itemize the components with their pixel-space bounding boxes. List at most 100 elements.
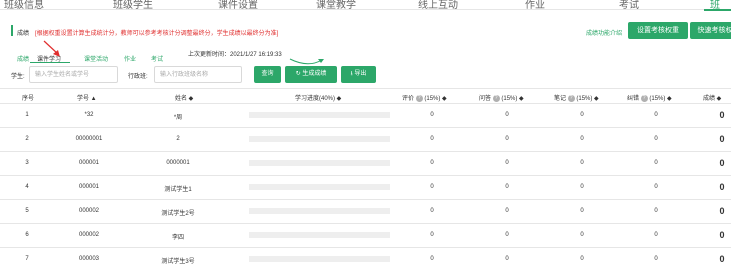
tab-homework[interactable]: 作业 [124,54,136,63]
cell-comment: 0 [430,136,434,142]
cell-index: 4 [25,184,29,190]
cell-score[interactable]: 0 [718,110,726,120]
cell-score[interactable]: 0 [718,158,726,168]
progress-bar [249,136,390,142]
cell-notes: 0 [580,208,584,214]
export-button[interactable]: ⭳ 导出 [341,66,376,83]
cell-name: 测试学生3号 [161,259,195,265]
class-search-input[interactable] [154,66,242,83]
help-icon[interactable]: ? [492,94,500,102]
col-question[interactable]: 问答 ? (15%) ◆ [479,93,524,102]
progress-bar [249,232,390,238]
score-feature-intro-link[interactable]: 成绩功能介绍 [586,28,622,37]
cell-index: 5 [25,208,29,214]
student-filter-label: 学生: [11,74,25,80]
cell-index: 1 [25,112,29,118]
nav-courseware-settings[interactable]: 课件设置 [218,0,258,11]
cell-comment: 0 [430,232,434,238]
nav-class-students[interactable]: 班级学生 [113,0,153,11]
class-filter-label: 行政班: [128,74,148,80]
nav-active-underline [704,9,731,11]
cell-name: 测试学生2号 [161,211,195,217]
cell-question: 0 [505,112,509,118]
cell-index: 6 [25,232,29,238]
nav-exam[interactable]: 考试 [619,0,639,11]
set-weight-button[interactable]: 设置考核权重 [628,22,688,39]
table-row[interactable]: 5 000002 测试学生2号 0 0 0 0 0 [0,200,731,224]
filter-bar: 学生: 行政班: 查询 ↻ 生成成绩 ⭳ 导出 [0,66,731,86]
help-icon[interactable]: ? [415,94,423,102]
query-button[interactable]: 查询 [254,66,281,83]
col-student-no[interactable]: 学号 ▲ [77,93,97,102]
cell-misc: 0 [654,184,658,190]
col-comment[interactable]: 评价 ? (15%) ◆ [402,93,447,102]
cell-notes: 0 [580,256,584,262]
cell-comment: 0 [430,160,434,166]
quick-weight-button[interactable]: 快速考核权 [690,22,731,39]
cell-name: 李四 [171,235,184,241]
table-row[interactable]: 2 00000001 2 0 0 0 0 0 [0,128,731,152]
generate-score-button[interactable]: ↻ 生成成绩 [285,66,337,83]
table-row[interactable]: 1 *32 *周 0 0 0 0 0 [0,104,731,128]
cell-question: 0 [505,208,509,214]
tab-classroom-activity[interactable]: 课堂活动 [84,54,108,63]
cell-misc: 0 [654,256,658,262]
col-notes[interactable]: 笔记 ? (15%) ◆ [554,93,599,102]
col-misc[interactable]: 纠错 ? (15%) ◆ [627,93,672,102]
table-row[interactable]: 3 000001 0000001 0 0 0 0 0 [0,152,731,176]
generate-score-label: 生成成绩 [302,71,327,77]
help-icon[interactable]: ? [567,94,575,102]
cell-misc: 0 [654,208,658,214]
cell-score[interactable]: 0 [718,230,726,240]
refresh-icon: ↻ [295,71,301,77]
cell-misc: 0 [654,136,658,142]
col-name[interactable]: 姓名 ◆ [175,93,193,102]
cell-score[interactable]: 0 [718,254,726,264]
nav-online-interaction[interactable]: 线上互动 [418,0,458,11]
table-body: 1 *32 *周 0 0 0 0 0 2 00000001 2 0 0 0 0 … [0,104,731,271]
score-header: 成绩 [根据权重设置计算生成统计分，教师可以参考考核计分调整最终分，学生成绩以最… [0,18,731,44]
cell-student-no: 000002 [78,208,100,214]
col-misc-pct: (15%) ◆ [649,96,672,102]
col-comment-pct: (15%) ◆ [424,96,447,102]
col-progress[interactable]: 学习进度(40%) ◆ [295,93,341,102]
cell-score[interactable]: 0 [718,134,726,144]
tab-score[interactable]: 成绩 [17,54,29,63]
nav-homework[interactable]: 作业 [525,0,545,11]
col-misc-label: 纠错 [627,96,640,102]
col-score[interactable]: 成绩 ◆ [703,93,721,102]
table-row[interactable]: 7 000003 测试学生3号 0 0 0 0 0 [0,248,731,271]
col-notes-label: 笔记 [554,96,567,102]
cell-comment: 0 [430,184,434,190]
nav-class-info[interactable]: 班级信息 [4,0,44,11]
progress-bar [249,112,390,118]
col-question-pct: (15%) ◆ [501,96,524,102]
cell-question: 0 [505,184,509,190]
table-header: 序号 学号 ▲ 姓名 ◆ 学习进度(40%) ◆ 评价 ? (15%) ◆ 问答… [0,88,731,104]
cell-score[interactable]: 0 [718,182,726,192]
last-update-time: 上次更新时间：2021/1/27 16:19:33 [188,52,282,58]
tab-exam[interactable]: 考试 [151,54,163,63]
cell-index: 7 [25,256,29,262]
table-row[interactable]: 4 000001 测试学生1 0 0 0 0 0 [0,176,731,200]
export-label: 导出 [354,71,367,77]
cell-score[interactable]: 0 [718,206,726,216]
cell-name: *周 [173,115,183,121]
section-accent [11,25,13,36]
help-icon[interactable]: ? [640,94,648,102]
progress-bar [249,184,390,190]
cell-misc: 0 [654,232,658,238]
weight-notice: [根据权重设置计算生成统计分，教师可以参考考核计分调整最终分，学生成绩以最终分为… [35,31,279,37]
cell-notes: 0 [580,232,584,238]
cell-question: 0 [505,232,509,238]
table-row[interactable]: 6 000002 李四 0 0 0 0 0 [0,224,731,248]
col-notes-pct: (15%) ◆ [576,96,599,102]
cell-student-no: *32 [84,112,94,118]
student-search-input[interactable] [29,66,118,83]
cell-question: 0 [505,256,509,262]
col-question-label: 问答 [479,96,492,102]
nav-classroom-teaching[interactable]: 课堂教学 [316,0,356,11]
cell-comment: 0 [430,112,434,118]
cell-notes: 0 [580,136,584,142]
cell-misc: 0 [654,160,658,166]
